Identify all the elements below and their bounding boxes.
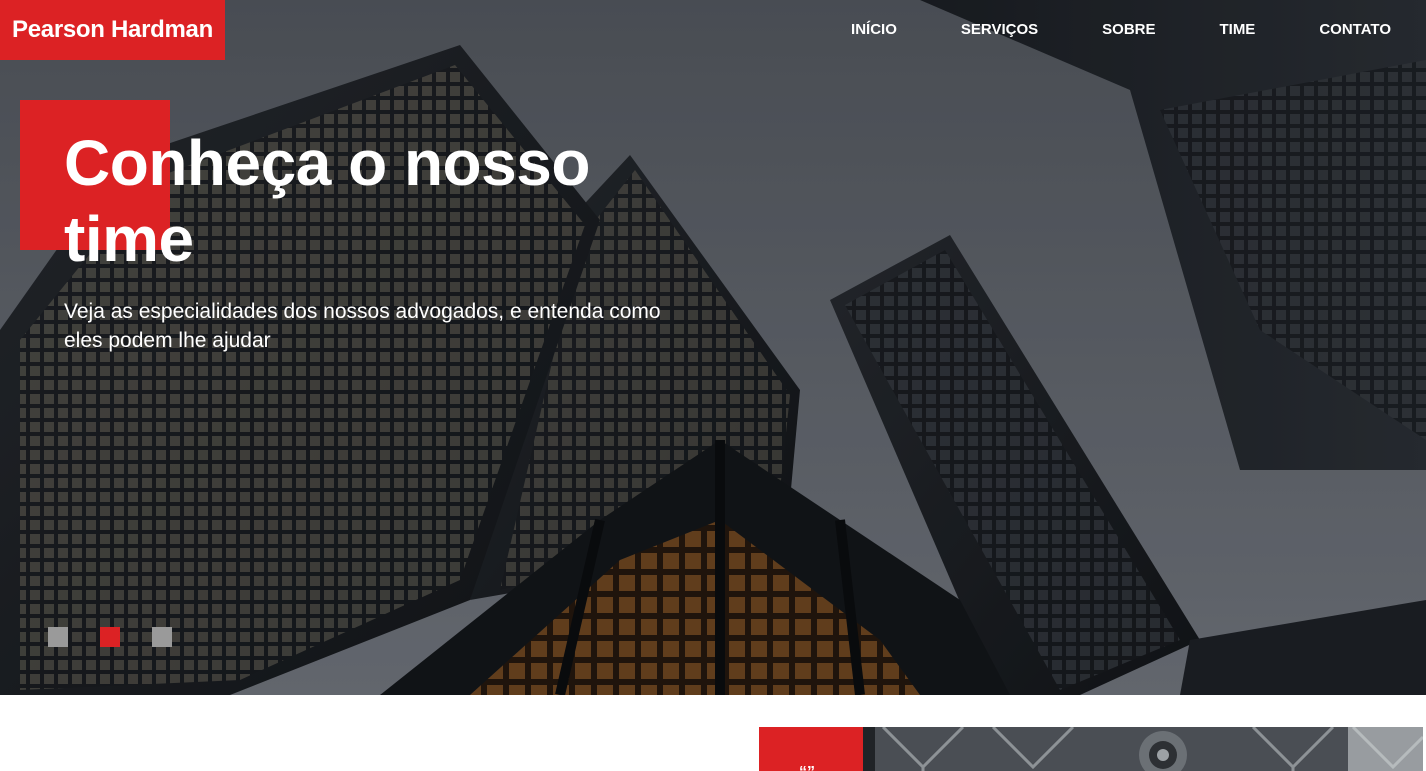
brand-logo[interactable]: Pearson Hardman xyxy=(0,0,225,60)
nav-item-time[interactable]: TIME xyxy=(1219,20,1255,40)
quote-icon: “” xyxy=(799,765,815,771)
slider-dot-3[interactable] xyxy=(152,627,172,647)
main-nav: INÍCIO SERVIÇOS SOBRE TIME CONTATO xyxy=(787,20,1391,40)
nav-item-contato[interactable]: CONTATO xyxy=(1319,20,1391,40)
nav-item-inicio[interactable]: INÍCIO xyxy=(851,20,897,40)
nav-item-sobre[interactable]: SOBRE xyxy=(1102,20,1155,40)
slider-dot-2[interactable] xyxy=(100,627,120,647)
hero-section: Pearson Hardman INÍCIO SERVIÇOS SOBRE TI… xyxy=(0,0,1426,695)
team-section: “” xyxy=(0,695,1426,771)
slider-dot-1[interactable] xyxy=(48,627,68,647)
nav-item-servicos[interactable]: SERVIÇOS xyxy=(961,20,1038,40)
team-photo xyxy=(863,727,1423,771)
team-badge: “” xyxy=(759,727,863,771)
page: Pearson Hardman INÍCIO SERVIÇOS SOBRE TI… xyxy=(0,0,1426,771)
hero-subtitle: Veja as especialidades dos nossos advoga… xyxy=(64,300,661,352)
slider-dots xyxy=(48,627,204,647)
hero-title: Conheça o nosso time xyxy=(64,127,590,275)
team-photo-image xyxy=(863,727,1423,771)
